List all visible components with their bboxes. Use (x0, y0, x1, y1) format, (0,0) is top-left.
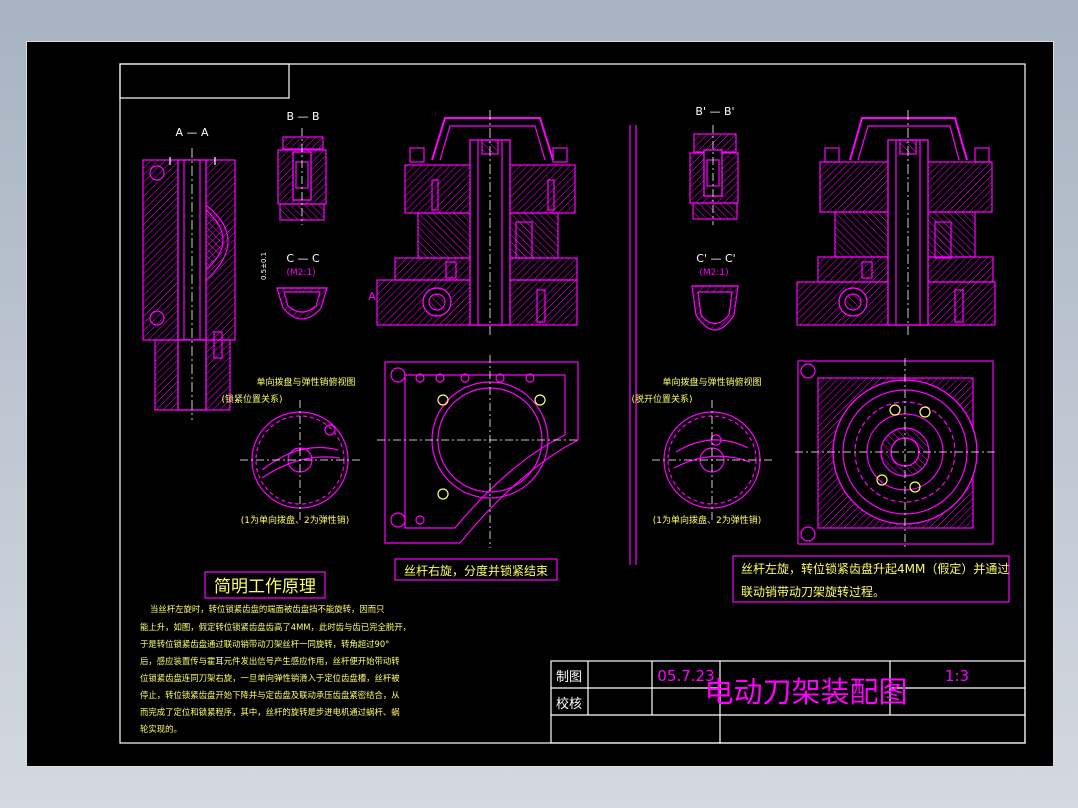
main-section-right (796, 110, 996, 335)
section-b2 (689, 125, 739, 225)
section-c2 (691, 285, 739, 331)
cam-left-title: 单向拨盘与弹性销俯视图 (256, 376, 355, 388)
principle-title: 简明工作原理 (214, 577, 316, 597)
cam-left-view (240, 400, 360, 520)
status-text-left: 丝杆右旋，分度并锁紧结束 (404, 563, 548, 578)
status-text-right-1: 丝杆左旋，转位锁紧齿盘升起4MM（假定）并通过 (741, 561, 1009, 576)
principle-line: 位锁紧齿盘连同刀架右旋，一旦单向弹性销滑入于定位齿盘槽，丝杆被 (140, 673, 400, 683)
cam-left-subtitle: (锁紧位置关系) (221, 393, 282, 405)
section-bb (277, 128, 327, 225)
cam-right-subtitle: (脱开位置关系) (631, 393, 692, 405)
checked-by-label: 校核 (556, 696, 582, 712)
plan-view-left (377, 355, 580, 548)
principle-line: 停止，转位锁紧齿盘开始下降并与定齿盘及联动承压齿盘紧密结合，从 (140, 690, 400, 700)
principle-line: 能上升，如图，假定转位锁紧齿盘齿高了4MM，此时齿与齿已完全脱开， (140, 622, 411, 632)
cam-right-note: (1为单向拨盘、2为弹性销) (653, 514, 761, 526)
view-scale-c2: (M2:1) (699, 268, 728, 278)
cam-left-note: (1为单向拨盘、2为弹性销) (241, 514, 349, 526)
dimension-label: 0.5±0.1 (260, 252, 268, 280)
cam-right-title: 单向拨盘与弹性销俯视图 (662, 376, 761, 388)
section-aa (142, 148, 236, 420)
plan-view-right (795, 358, 995, 548)
principle-line: 当丝杆左旋时，转位锁紧齿盘的端面被齿盘挡不能旋转，因而只 (150, 604, 385, 614)
view-scale-cc: (M2:1) (286, 268, 315, 278)
view-label-c2: C' — C' (696, 252, 735, 265)
assembly-drawing: A — A B — B C — C (M2:1) 0.5±0.1 A 单向拨盘与… (119, 63, 1026, 744)
main-section-left (376, 110, 578, 335)
principle-line: 于是转位锁紧齿盘通过联动销带动刀架丝杆一同旋转，转角超过90° (140, 639, 389, 649)
cam-right-view (652, 400, 772, 520)
section-cc (276, 287, 328, 320)
principle-text: 当丝杆左旋时，转位锁紧齿盘的端面被齿盘挡不能旋转，因而只 能上升，如图，假定转位… (140, 604, 411, 734)
view-label-bb: B — B (286, 110, 319, 123)
cutting-plane-label: A (368, 290, 376, 303)
view-label-b2: B' — B' (695, 105, 734, 118)
view-label-cc: C — C (286, 252, 320, 265)
principle-line: 后，感应装置传与霍耳元件发出信号产生感应作用，丝杆便开始带动转 (140, 656, 400, 666)
principle-line: 而完成了定位和锁紧程序，其中，丝杆的旋转是步进电机通过蜗杆、蜗 (140, 707, 400, 717)
drawing-title: 电动刀架装配图 (704, 675, 907, 709)
view-label-aa: A — A (175, 126, 209, 139)
break-line (629, 125, 637, 565)
drawn-by-label: 制图 (556, 670, 582, 685)
principle-line: 轮实现的。 (140, 724, 182, 734)
drawing-scale: 1:3 (945, 667, 969, 685)
status-text-right-2: 联动销带动刀架旋转过程。 (741, 584, 885, 599)
cad-viewport: A — A B — B C — C (M2:1) 0.5±0.1 A 单向拨盘与… (0, 0, 1078, 808)
